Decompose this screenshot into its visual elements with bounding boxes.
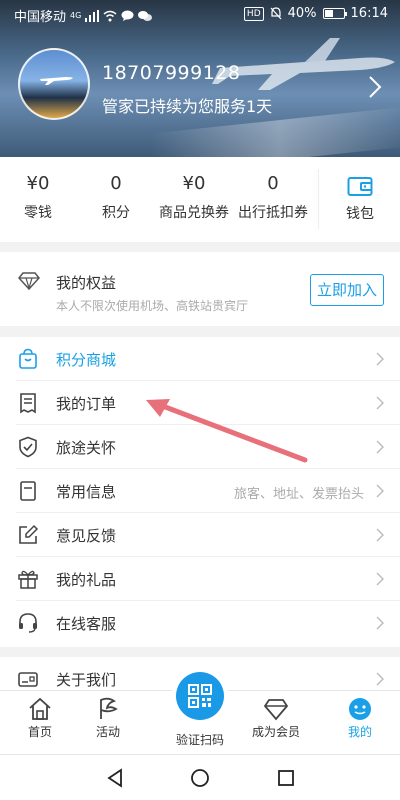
membership-rights[interactable]: 我的权益 本人不限次使用机场、高铁站贵宾厅 立即加入 [0,252,400,326]
qr-code-icon [188,684,212,708]
chevron-right-icon [376,440,384,454]
chevron-right-icon [376,352,384,366]
chevron-right-icon [376,572,384,586]
user-face-icon [349,698,371,720]
stat-label: 出行抵扣券 [238,205,308,221]
home-button-icon[interactable] [189,767,211,789]
stat-value: ¥0 [26,173,50,194]
menu-item-my-gifts[interactable]: 我的礼品 [0,557,400,601]
id-card-icon [18,672,38,687]
menu-item-feedback[interactable]: 意见反馈 [0,513,400,557]
stat-change[interactable]: ¥0 零钱 [10,173,66,222]
stat-value: ¥0 [182,173,206,194]
profile-header[interactable]: 中国移动 4G HD 40% 16:14 18707999128 管家已持续为您… [0,0,400,157]
wallet-divider [318,169,319,229]
clock-time: 16:14 [350,6,388,21]
chevron-right-icon[interactable] [368,75,382,99]
menu-item-label: 意见反馈 [56,527,117,545]
menu-list: 积分商城 我的订单 旅途关怀 常用信息 旅客、地址、发票抬头 意见反馈 我的礼品 [0,337,400,647]
headset-icon [19,613,37,633]
wallet-icon [347,177,373,196]
rights-subtitle: 本人不限次使用机场、高铁站贵宾厅 [56,299,249,313]
tab-label: 首页 [27,725,52,739]
avatar[interactable] [18,48,90,120]
menu-item-common-info[interactable]: 常用信息 旅客、地址、发票抬头 [0,469,400,513]
stat-travel-vouchers[interactable]: 0 出行抵扣券 [234,173,312,222]
flag-icon [100,697,118,719]
diamond-icon [263,699,289,721]
gift-icon [18,570,38,589]
stat-points[interactable]: 0 积分 [88,173,144,222]
menu-item-label: 常用信息 [56,483,117,501]
service-days-text: 管家已持续为您服务1天 [102,97,273,116]
stat-label: 零钱 [24,205,52,221]
chevron-right-icon [376,616,384,630]
menu-item-hint: 旅客、地址、发票抬头 [233,487,364,502]
edit-icon [19,524,39,544]
wallet-label: 钱包 [346,206,374,222]
avatar-plane-icon [40,77,73,85]
tab-mine[interactable]: 我的 [320,697,400,740]
bag-icon [19,348,37,369]
wechat-icon [138,10,153,21]
menu-item-label: 旅途关怀 [56,439,117,457]
carrier-label: 中国移动 [14,10,67,25]
menu-item-label: 在线客服 [56,615,117,633]
recents-icon[interactable] [275,767,297,789]
join-now-button[interactable]: 立即加入 [310,274,384,306]
wallet-button[interactable]: 钱包 [330,175,390,223]
stat-label: 商品兑换券 [159,205,229,221]
chevron-right-icon [376,396,384,410]
menu-item-my-orders[interactable]: 我的订单 [0,381,400,425]
menu-item-points-mall[interactable]: 积分商城 [0,337,400,381]
stat-value: 0 [267,173,279,194]
user-phone: 18707999128 [102,62,241,84]
message-icon [121,10,134,21]
system-nav-bar [0,754,400,800]
receipt-icon [20,393,36,414]
tab-activity[interactable]: 活动 [68,697,148,740]
stat-product-vouchers[interactable]: ¥0 商品兑换券 [155,173,233,222]
network-label: 4G [70,11,82,20]
chevron-right-icon [376,484,384,498]
tab-label: 活动 [95,725,120,739]
home-icon [29,697,51,720]
tab-become-member[interactable]: 成为会员 [236,697,316,740]
menu-item-online-service[interactable]: 在线客服 [0,601,400,645]
wifi-icon [103,10,117,21]
scan-verify-button[interactable] [176,672,224,720]
tab-label: 成为会员 [251,725,300,739]
tab-label: 我的 [347,725,372,739]
menu-item-label: 我的订单 [56,395,117,413]
stat-label: 积分 [102,205,130,221]
back-icon[interactable] [104,767,126,789]
signal-icon [85,9,100,22]
rights-title: 我的权益 [56,274,117,292]
stat-value: 0 [110,173,122,194]
menu-item-label: 关于我们 [56,671,117,689]
hd-badge: HD [243,6,264,21]
shield-check-icon [19,436,37,458]
chevron-right-icon [376,672,384,686]
menu-item-travel-care[interactable]: 旅途关怀 [0,425,400,469]
mute-bell-icon [270,7,282,20]
battery-icon [322,8,347,19]
chevron-right-icon [376,528,384,542]
menu-item-label: 我的礼品 [56,571,117,589]
wallet-summary: ¥0 零钱 0 积分 ¥0 商品兑换券 0 出行抵扣券 钱包 [0,157,400,242]
scan-verify-label: 验证扫码 [175,733,224,747]
document-icon [20,481,36,501]
battery-percent: 40% [287,6,317,21]
menu-item-label: 积分商城 [56,351,117,369]
status-bar: 中国移动 4G HD 40% 16:14 [0,0,400,28]
diamond-icon [18,272,40,290]
